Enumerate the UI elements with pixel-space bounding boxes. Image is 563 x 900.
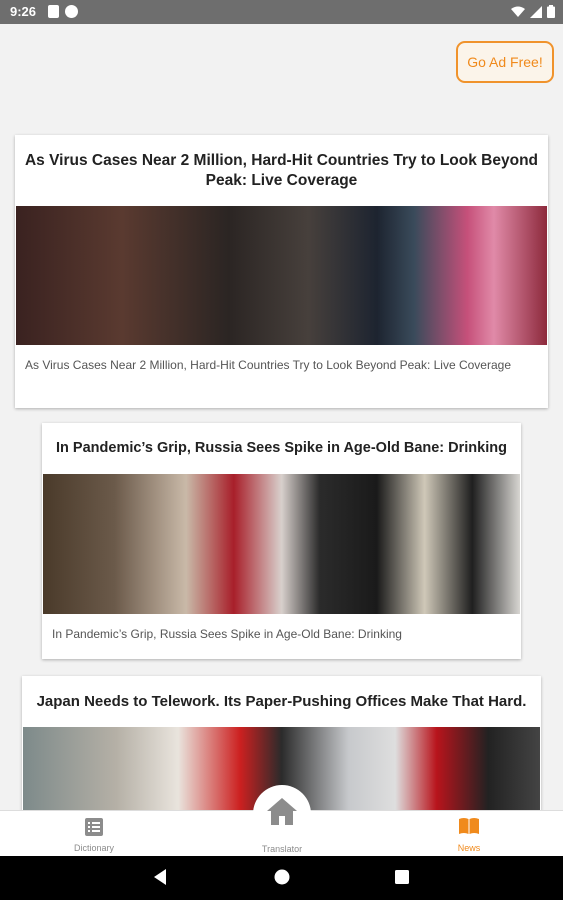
translator-home-button[interactable] bbox=[253, 785, 311, 843]
recents-icon[interactable] bbox=[394, 868, 410, 886]
status-left-icons bbox=[48, 5, 78, 18]
article-headline[interactable]: In Pandemic’s Grip, Russia Sees Spike in… bbox=[42, 439, 521, 457]
status-time: 9:26 bbox=[10, 4, 37, 19]
book-icon bbox=[459, 818, 479, 834]
article-caption: In Pandemic’s Grip, Russia Sees Spike in… bbox=[52, 627, 402, 641]
back-icon[interactable] bbox=[152, 868, 168, 886]
signal-icon bbox=[530, 5, 542, 18]
app-notification-icon bbox=[65, 5, 78, 18]
go-ad-free-button[interactable]: Go Ad Free! bbox=[456, 41, 554, 83]
list-icon bbox=[85, 818, 103, 836]
nav-dictionary[interactable]: Dictionary bbox=[24, 811, 164, 857]
nav-news-label: News bbox=[457, 843, 481, 853]
article-headline[interactable]: As Virus Cases Near 2 Million, Hard-Hit … bbox=[15, 151, 548, 191]
status-right-icons bbox=[511, 5, 555, 18]
article-image[interactable] bbox=[16, 206, 547, 345]
article-card[interactable]: In Pandemic’s Grip, Russia Sees Spike in… bbox=[42, 423, 521, 659]
status-bar: 9:26 bbox=[0, 0, 563, 24]
article-card[interactable]: As Virus Cases Near 2 Million, Hard-Hit … bbox=[15, 135, 548, 408]
sd-card-icon bbox=[48, 5, 59, 18]
article-caption: As Virus Cases Near 2 Million, Hard-Hit … bbox=[25, 358, 511, 372]
battery-icon bbox=[547, 5, 555, 18]
article-headline[interactable]: Japan Needs to Telework. Its Paper-Pushi… bbox=[22, 692, 541, 712]
home-button-icon[interactable] bbox=[273, 868, 291, 886]
nav-dictionary-label: Dictionary bbox=[73, 843, 114, 853]
wifi-icon bbox=[511, 6, 525, 17]
system-nav-bar bbox=[0, 856, 563, 900]
article-image[interactable] bbox=[43, 474, 520, 614]
nav-translator-label: Translator bbox=[261, 844, 303, 854]
home-icon bbox=[267, 798, 297, 825]
nav-news[interactable]: News bbox=[399, 811, 539, 857]
